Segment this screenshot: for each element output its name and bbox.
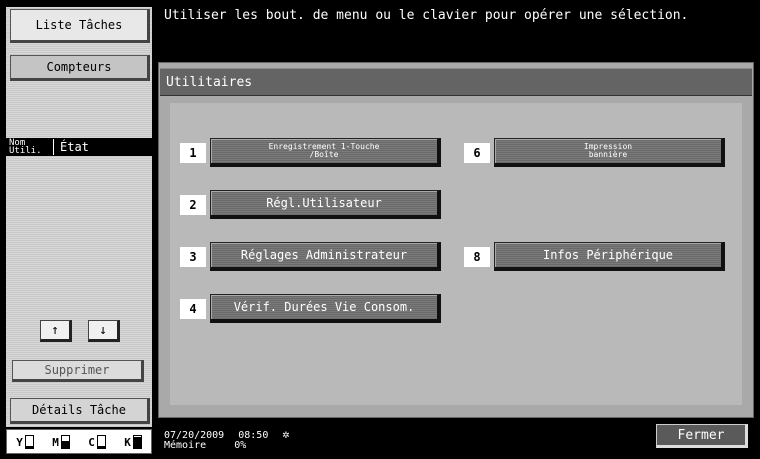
- screen-title: Utilitaires: [160, 68, 752, 96]
- toner-gauge: [96, 434, 106, 449]
- menu-item-4: 4 Vérif. Durées Vie Consom.: [180, 294, 441, 323]
- toner-gauge: [60, 434, 70, 449]
- infos-peripherique-button[interactable]: Infos Périphérique: [494, 242, 725, 271]
- scroll-up-button[interactable]: ↑: [40, 320, 72, 342]
- network-icon: ✲: [282, 427, 290, 441]
- enregistrement-1-touche-button[interactable]: Enregistrement 1-Touche/Boîte: [210, 138, 441, 167]
- compteurs-button[interactable]: Compteurs: [10, 55, 150, 81]
- menu-label-line2: /Boîte: [309, 150, 339, 159]
- col-nom-utili[interactable]: Nom Utili.: [6, 139, 54, 156]
- regl-utilisateur-button[interactable]: Régl.Utilisateur: [210, 190, 441, 219]
- toner-gauge: [24, 434, 34, 449]
- memory-label: Mémoire: [164, 440, 207, 451]
- memory-value: 0%: [234, 440, 247, 451]
- date-time: 07/20/2009 08:50 ✲: [164, 427, 290, 441]
- col-etat[interactable]: État: [54, 140, 89, 154]
- details-tache-button[interactable]: Détails Tâche: [10, 398, 150, 424]
- toner-label: M: [52, 435, 59, 449]
- toner-gauge: [132, 434, 142, 449]
- menu-label: Réglages Administrateur: [240, 248, 408, 262]
- toner-fill: [133, 436, 141, 448]
- menu-number: 2: [180, 194, 206, 215]
- status-bar: 07/20/2009 08:50 ✲ Mémoire 0% Fermer: [158, 420, 760, 459]
- compteurs-label: Compteurs: [46, 60, 112, 74]
- menu-item-8: 8 Infos Périphérique: [464, 242, 725, 271]
- menu-label: Vérif. Durées Vie Consom.: [233, 300, 415, 314]
- menu-label: Régl.Utilisateur: [266, 196, 382, 210]
- menu-label-line2: bannière: [588, 150, 628, 159]
- supprimer-label: Supprimer: [44, 363, 110, 377]
- up-arrow-icon: ↑: [51, 322, 59, 338]
- col-nom-line2: Utili.: [9, 146, 42, 156]
- scroll-down-button[interactable]: ↓: [88, 320, 120, 342]
- job-list-header: Nom Utili. État: [6, 138, 152, 156]
- menu-item-6: 6 Impression bannière: [464, 138, 725, 167]
- supprimer-button[interactable]: Supprimer: [12, 360, 144, 382]
- impression-banniere-button[interactable]: Impression bannière: [494, 138, 725, 167]
- toner-fill: [97, 445, 105, 448]
- down-arrow-icon: ↓: [99, 322, 107, 338]
- toner-label: Y: [16, 435, 23, 449]
- toner-levels: Y M C K: [6, 429, 152, 454]
- toner-label: K: [124, 435, 131, 449]
- menu-item-2: 2 Régl.Utilisateur: [180, 190, 441, 219]
- menu-item-1: 1 Enregistrement 1-Touche/Boîte: [180, 138, 441, 167]
- verif-durees-vie-button[interactable]: Vérif. Durées Vie Consom.: [210, 294, 441, 323]
- menu-number: 6: [464, 142, 490, 163]
- toner-c: C: [88, 434, 106, 449]
- liste-taches-label: Liste Tâches: [35, 18, 123, 32]
- menu-number: 4: [180, 298, 206, 319]
- toner-label: C: [88, 435, 95, 449]
- details-tache-label: Détails Tâche: [32, 403, 126, 417]
- toner-y: Y: [16, 434, 34, 449]
- liste-taches-button[interactable]: Liste Tâches: [10, 9, 150, 43]
- fermer-label: Fermer: [677, 427, 725, 443]
- fermer-button[interactable]: Fermer: [656, 424, 748, 448]
- toner-fill: [61, 440, 69, 448]
- memory-status: Mémoire 0%: [164, 440, 246, 451]
- toner-m: M: [52, 434, 70, 449]
- reglages-administrateur-button[interactable]: Réglages Administrateur: [210, 242, 441, 271]
- menu-number: 1: [180, 142, 206, 163]
- menu-label: Infos Périphérique: [542, 248, 674, 262]
- menu-number: 3: [180, 246, 206, 267]
- menu-number: 8: [464, 246, 490, 267]
- toner-k: K: [124, 434, 142, 449]
- toner-fill: [25, 445, 33, 448]
- menu-item-3: 3 Réglages Administrateur: [180, 242, 441, 271]
- instruction-message: Utiliser les bout. de menu ou le clavier…: [158, 0, 760, 60]
